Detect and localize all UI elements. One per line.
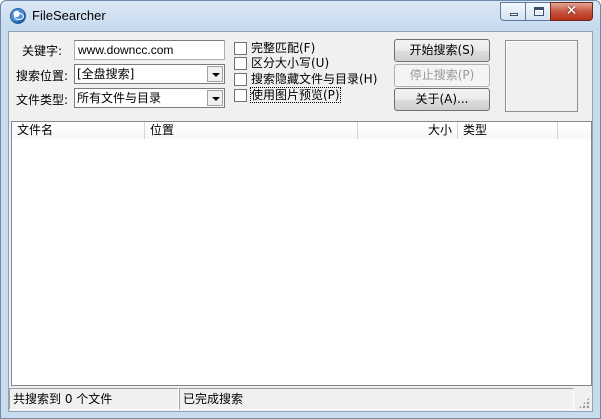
column-header-type[interactable]: 类型	[458, 122, 558, 139]
about-button[interactable]: 关于(A)...	[394, 88, 490, 111]
status-search-state: 已完成搜索	[179, 388, 574, 410]
results-header: 文件名 位置 大小 类型	[12, 122, 591, 139]
location-select[interactable]: [全盘搜索]	[74, 64, 225, 84]
minimize-button[interactable]	[500, 2, 526, 21]
maximize-button[interactable]	[525, 2, 551, 21]
keyword-input[interactable]: www.downcc.com	[74, 40, 225, 60]
image-preview-checkbox[interactable]: 使用图片预览(P)	[234, 87, 341, 103]
status-result-count: 共搜索到 0 个文件	[9, 388, 179, 410]
filetype-dropdown-icon[interactable]	[207, 90, 223, 106]
column-header-size[interactable]: 大小	[358, 122, 458, 139]
results-list[interactable]: 文件名 位置 大小 类型	[11, 121, 592, 386]
close-icon: ✕	[565, 3, 578, 19]
filetype-label: 文件类型:	[16, 93, 69, 107]
location-dropdown-icon[interactable]	[207, 66, 223, 82]
exact-match-label: 完整匹配(F)	[251, 41, 316, 55]
filetype-value: 所有文件与目录	[77, 91, 162, 105]
title-bar[interactable]: FileSearcher ✕	[1, 1, 600, 31]
case-sensitive-label: 区分大小写(U)	[251, 56, 330, 70]
case-sensitive-checkbox[interactable]: 区分大小写(U)	[234, 55, 329, 71]
column-header-filler	[558, 122, 591, 139]
filetype-select[interactable]: 所有文件与目录	[74, 88, 225, 108]
image-preview-label: 使用图片预览(P)	[250, 87, 341, 103]
caption-buttons: ✕	[500, 2, 593, 21]
search-hidden-checkbox[interactable]: 搜索隐藏文件与目录(H)	[234, 71, 377, 87]
start-search-button[interactable]: 开始搜索(S)	[394, 39, 490, 62]
column-header-location[interactable]: 位置	[145, 122, 358, 139]
location-label: 搜索位置:	[16, 69, 69, 83]
checkbox-box[interactable]	[234, 88, 247, 102]
search-hidden-label: 搜索隐藏文件与目录(H)	[251, 72, 378, 86]
maximize-icon	[534, 7, 544, 16]
status-bar: 共搜索到 0 个文件 已完成搜索	[9, 388, 592, 411]
image-preview-area	[505, 40, 578, 112]
checkbox-box[interactable]	[234, 56, 247, 70]
keyword-label: 关键字:	[22, 44, 63, 58]
stop-search-button[interactable]: 停止搜索(P)	[394, 64, 490, 87]
location-value: [全盘搜索]	[77, 67, 135, 81]
column-header-filename[interactable]: 文件名	[12, 122, 145, 139]
app-icon	[10, 8, 26, 24]
exact-match-checkbox[interactable]: 完整匹配(F)	[234, 40, 315, 56]
checkbox-box[interactable]	[234, 72, 247, 86]
window-title: FileSearcher	[32, 8, 106, 23]
minimize-icon	[510, 13, 518, 16]
app-window: FileSearcher ✕ 关键字: 搜索位置: 文件类型: www.down…	[0, 0, 601, 419]
close-button[interactable]: ✕	[550, 2, 593, 21]
checkbox-box[interactable]	[234, 41, 247, 55]
main-panel: 关键字: 搜索位置: 文件类型: www.downcc.com [全盘搜索] 所…	[8, 31, 593, 412]
